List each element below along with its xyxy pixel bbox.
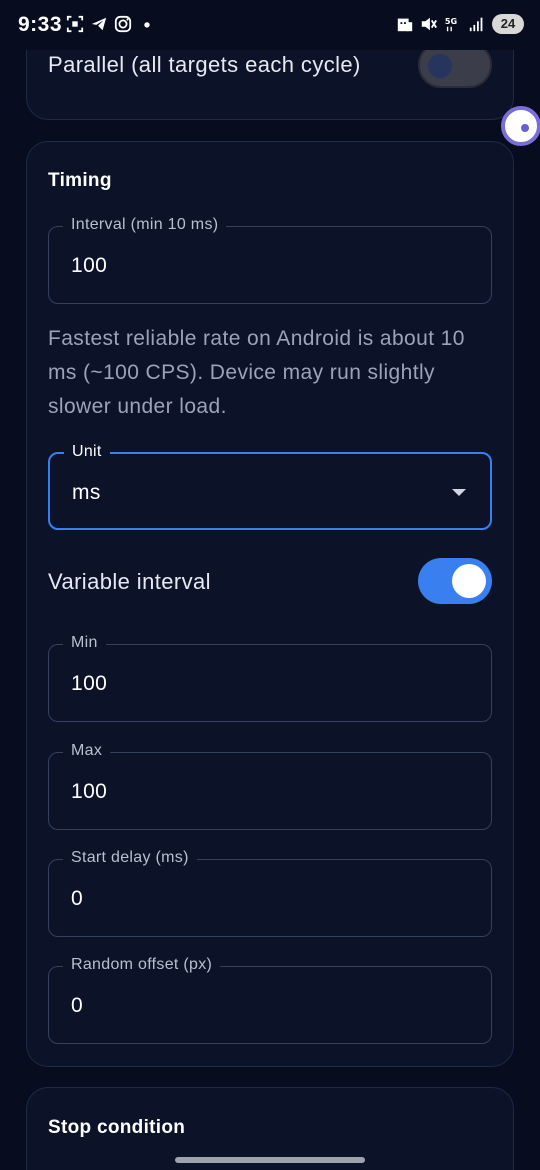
min-label: Min (63, 634, 106, 652)
interval-field[interactable]: Interval (min 10 ms) 100 (48, 216, 492, 304)
signal-icon (469, 17, 483, 32)
random-offset-value: 0 (71, 994, 84, 1017)
timing-title: Timing (48, 170, 112, 191)
unit-label: Unit (64, 443, 110, 461)
mute-icon (421, 17, 437, 31)
status-time: 9:33 (18, 13, 63, 36)
svg-text:5G: 5G (445, 16, 458, 26)
start-delay-value: 0 (71, 887, 84, 910)
unit-value: ms (72, 481, 101, 504)
telegram-icon (91, 17, 107, 31)
toggle-knob (428, 54, 452, 78)
max-label: Max (63, 742, 111, 760)
min-field[interactable]: Min 100 (48, 634, 492, 722)
max-field[interactable]: Max 100 (48, 742, 492, 830)
5g-icon: 5G (445, 16, 458, 32)
dropdown-arrow-icon (452, 489, 466, 496)
unit-dropdown[interactable]: Unit ms (48, 443, 492, 530)
floating-bubble[interactable] (501, 106, 540, 146)
bubble-dot-icon (521, 124, 529, 132)
variable-interval-toggle[interactable] (418, 558, 492, 604)
scan-icon (66, 15, 84, 33)
calendar-icon (397, 18, 413, 32)
random-offset-label: Random offset (px) (63, 956, 221, 974)
max-value: 100 (71, 780, 108, 803)
variable-interval-label: Variable interval (48, 569, 211, 594)
random-offset-field[interactable]: Random offset (px) 0 (48, 956, 492, 1044)
start-delay-label: Start delay (ms) (63, 849, 197, 867)
min-value: 100 (71, 672, 108, 695)
interval-value: 100 (71, 254, 108, 277)
instagram-icon (114, 15, 132, 33)
gesture-nav-handle[interactable] (175, 1157, 365, 1163)
interval-helper-text: Fastest reliable rate on Android is abou… (48, 327, 465, 418)
toggle-knob (452, 564, 486, 598)
notification-icons (66, 14, 156, 34)
battery-indicator: 24 (492, 14, 524, 34)
parallel-label: Parallel (all targets each cycle) (48, 52, 361, 77)
interval-label: Interval (min 10 ms) (63, 216, 227, 234)
system-icons: 5G 24 (396, 14, 524, 34)
status-bar: 9:33 5G 24 (0, 0, 540, 50)
start-delay-field[interactable]: Start delay (ms) 0 (48, 849, 492, 937)
stop-condition-title: Stop condition (48, 1117, 186, 1138)
dot-icon (144, 22, 150, 28)
